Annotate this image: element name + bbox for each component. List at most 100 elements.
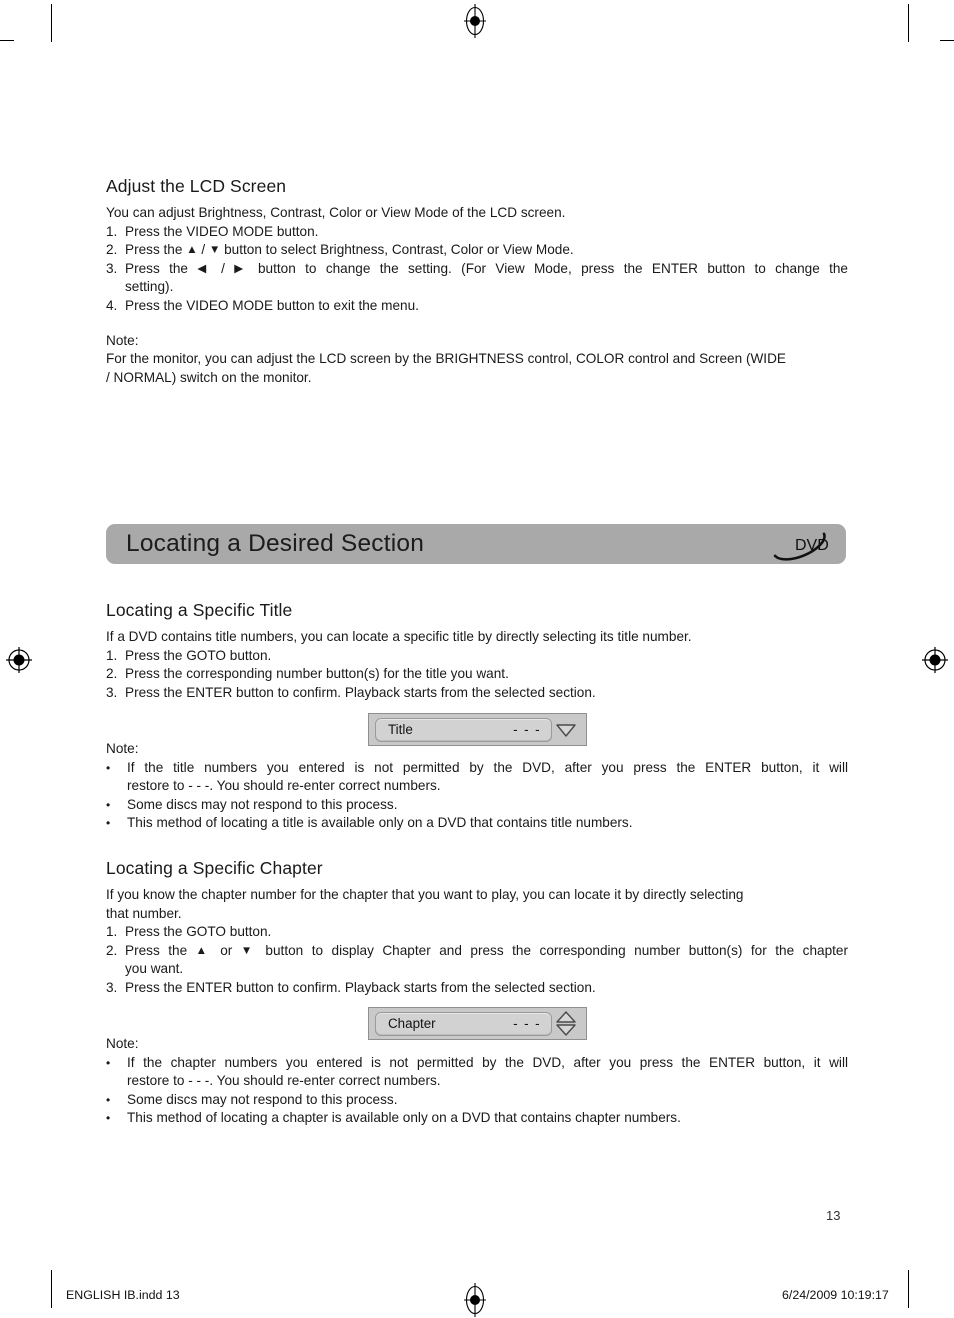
step-text-pre: Press the [125, 260, 198, 276]
step-text: Press the corresponding number button(s)… [125, 666, 509, 682]
dvd-logo-text: DVD [795, 537, 829, 554]
locating-title-step-1: 1. Press the GOTO button. [106, 647, 848, 666]
step-text-post: button to select Brightness, Contrast, C… [220, 242, 574, 258]
left-arrow-icon: ◀ [197, 262, 212, 275]
step-text-sep: / [211, 260, 235, 276]
locating-chapter-section: Locating a Specific Chapter If you know … [106, 858, 848, 998]
bullet-line-1: If the chapter numbers you entered is no… [127, 1054, 848, 1070]
down-arrow-icon: ▼ [240, 944, 257, 957]
step-text: Press the GOTO button. [125, 924, 272, 940]
bullet-text: This method of locating a title is avail… [127, 814, 848, 833]
adjust-lcd-section: Adjust the LCD Screen You can adjust Bri… [106, 176, 848, 387]
chapter-osd-arrow-button[interactable] [552, 1010, 580, 1037]
locating-title-step-2: 2. Press the corresponding number button… [106, 665, 848, 684]
up-arrow-icon: ▲ [186, 244, 198, 257]
locating-chapter-notes: Note: • If the chapter numbers you enter… [106, 1035, 848, 1128]
bullet-icon: • [106, 760, 111, 775]
dvd-disc-logo: DVD [772, 527, 829, 561]
bullet-text: Some discs may not respond to this proce… [127, 796, 848, 815]
step-number: 3. [106, 260, 118, 276]
adjust-lcd-step-1: 1. Press the VIDEO MODE button. [106, 223, 848, 242]
title-note-bullet-1: • If the title numbers you entered is no… [106, 759, 848, 796]
step-text-sep: / [197, 242, 209, 258]
section-banner: Locating a Desired Section DVD [106, 524, 846, 564]
bullet-text: Some discs may not respond to this proce… [127, 1091, 848, 1110]
chapter-osd-field[interactable]: Chapter - - - [375, 1011, 552, 1036]
locating-chapter-intro-line-1: If you know the chapter number for the c… [106, 887, 744, 902]
bullet-line-1: This method of locating a title is avail… [127, 815, 633, 831]
locating-title-intro: If a DVD contains title numbers, you can… [106, 629, 692, 644]
step-number: 3. [106, 684, 118, 700]
step-text: Press the ◀ / ▶ button to change the set… [125, 260, 848, 297]
title-osd-arrow-button[interactable] [552, 722, 580, 738]
step-text: Press the ▲ or ▼ button to display Chapt… [125, 942, 848, 979]
adjust-lcd-intro: You can adjust Brightness, Contrast, Col… [106, 205, 566, 220]
locating-title-section: Locating a Specific Title If a DVD conta… [106, 600, 848, 702]
bullet-line-1: Some discs may not respond to this proce… [127, 1091, 398, 1107]
step-text: Press the ENTER button to confirm. Playb… [125, 684, 596, 700]
down-arrow-icon: ▼ [208, 244, 221, 257]
adjust-lcd-note-line-2: / NORMAL) switch on the monitor. [106, 369, 312, 385]
crop-mark-left-edge [0, 40, 14, 41]
footer-timestamp: 6/24/2009 10:19:17 [782, 1288, 889, 1302]
bullet-line-1: Some discs may not respond to this proce… [127, 796, 398, 812]
locating-title-notes: Note: • If the title numbers you entered… [106, 740, 848, 833]
chapter-note-bullet-2: • Some discs may not respond to this pro… [106, 1091, 848, 1110]
locating-chapter-step-2: 2. Press the ▲ or ▼ button to display Ch… [106, 942, 848, 979]
step-number: 4. [106, 297, 118, 313]
step-number: 2. [106, 666, 118, 682]
footer-file-label: ENGLISH IB.indd 13 [66, 1288, 180, 1302]
up-down-arrows-icon [556, 1010, 576, 1036]
page-number: 13 [826, 1208, 841, 1223]
crop-mark-top-left [51, 4, 52, 42]
chapter-osd-label: Chapter [388, 1016, 436, 1031]
locating-chapter-step-3: 3. Press the ENTER button to confirm. Pl… [106, 979, 848, 998]
chapter-note-bullet-1: • If the chapter numbers you entered is … [106, 1054, 848, 1091]
manual-page: Adjust the LCD Screen You can adjust Bri… [0, 0, 954, 1318]
locating-title-heading: Locating a Specific Title [106, 600, 293, 620]
locating-title-step-3: 3. Press the ENTER button to confirm. Pl… [106, 684, 848, 703]
locating-chapter-intro-line-2: that number. [106, 905, 182, 921]
locating-chapter-heading: Locating a Specific Chapter [106, 858, 323, 878]
bullet-icon: • [106, 1055, 111, 1070]
registration-mark-top [464, 4, 486, 38]
locating-chapter-step-1: 1. Press the GOTO button. [106, 923, 848, 942]
step-number: 2. [106, 242, 118, 258]
chapter-note-label: Note: [106, 1036, 139, 1051]
bullet-line-1: This method of locating a chapter is ava… [127, 1110, 681, 1126]
bullet-text: If the chapter numbers you entered is no… [127, 1054, 848, 1091]
bullet-icon: • [106, 797, 111, 812]
step-text: Press the VIDEO MODE button to exit the … [125, 297, 419, 313]
step-text-line-2: setting). [125, 279, 174, 295]
step-number: 1. [106, 647, 118, 663]
crop-mark-right-edge [940, 40, 954, 41]
step-text-pre: Press the [125, 942, 196, 958]
chapter-osd-value: - - - [513, 1016, 541, 1031]
step-text: Press the VIDEO MODE button. [125, 223, 319, 239]
adjust-lcd-step-4: 4. Press the VIDEO MODE button to exit t… [106, 297, 848, 316]
title-osd-value: - - - [513, 722, 541, 737]
registration-mark-left [6, 647, 32, 673]
chapter-note-bullet-3: • This method of locating a chapter is a… [106, 1109, 848, 1128]
right-arrow-icon: ▶ [234, 262, 249, 275]
bullet-line-2: restore to - - -. You should re-enter co… [127, 778, 441, 794]
bullet-line-2: restore to - - -. You should re-enter co… [127, 1073, 441, 1089]
step-text-post: button to display Chapter and press the … [256, 942, 848, 958]
adjust-lcd-note-label: Note: [106, 332, 139, 348]
step-number: 1. [106, 924, 118, 940]
title-note-label: Note: [106, 741, 139, 756]
step-text-line-2: you want. [125, 961, 184, 977]
step-number: 2. [106, 942, 118, 958]
step-text-line-1: Press the ◀ / ▶ button to change the set… [125, 260, 848, 279]
title-note-bullet-3: • This method of locating a title is ava… [106, 814, 848, 833]
adjust-lcd-step-2: 2. Press the ▲ / ▼ button to select Brig… [106, 241, 848, 260]
bullet-text: This method of locating a chapter is ava… [127, 1109, 848, 1128]
step-text: Press the ▲ / ▼ button to select Brightn… [125, 241, 848, 260]
step-text-line-1: Press the ▲ or ▼ button to display Chapt… [125, 942, 848, 961]
step-number: 1. [106, 223, 118, 239]
bullet-icon: • [106, 1111, 111, 1126]
banner-title: Locating a Desired Section [126, 530, 425, 557]
title-osd-field[interactable]: Title - - - [375, 717, 552, 742]
crop-mark-top-right [908, 4, 909, 42]
